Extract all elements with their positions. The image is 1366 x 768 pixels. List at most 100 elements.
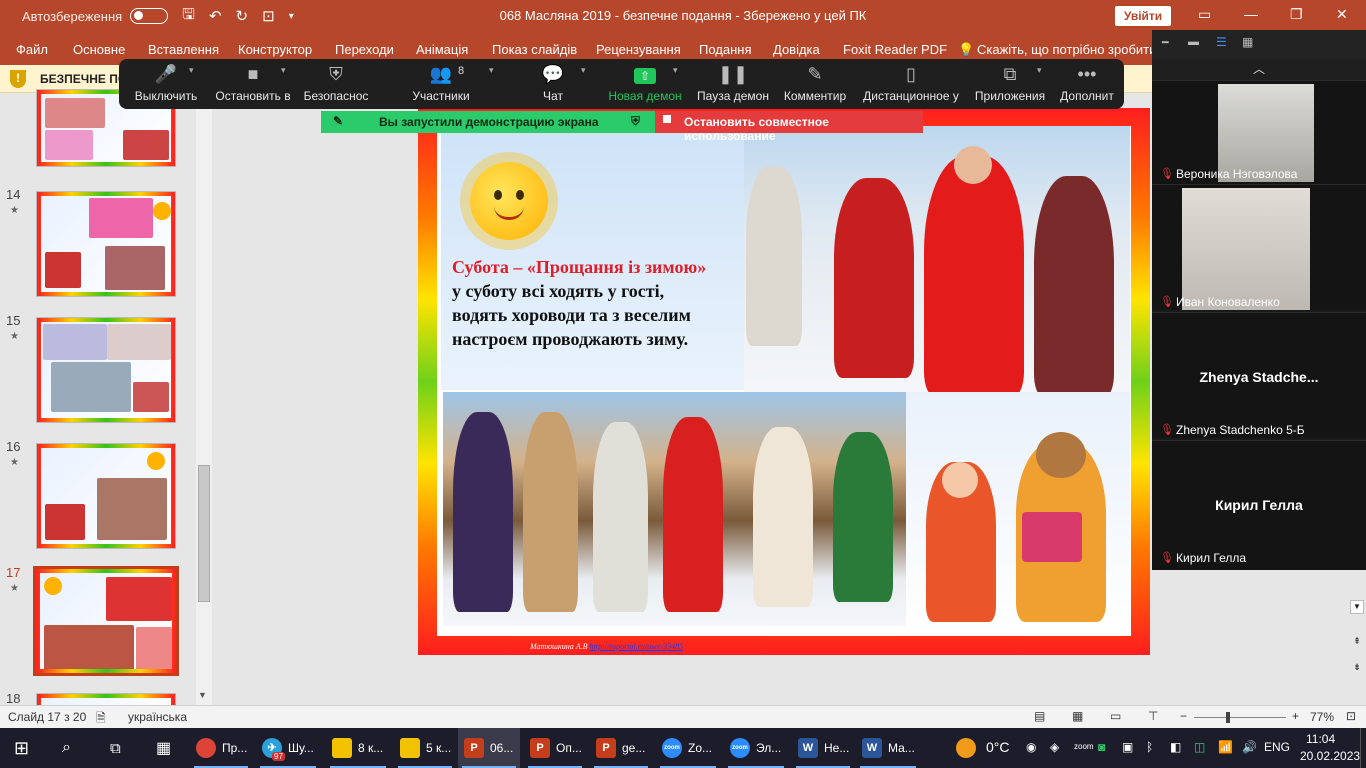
slide-sorter-icon[interactable]: ▦ — [1072, 709, 1083, 723]
participant-tile[interactable]: 🎙 Иван Коноваленко — [1152, 184, 1366, 310]
zoom-out-icon[interactable]: − — [1180, 709, 1187, 723]
tab-file[interactable]: Файл — [16, 42, 48, 57]
zoom-level[interactable]: 77% — [1310, 710, 1334, 724]
taskbar-app-active[interactable]: P 06... — [458, 728, 520, 768]
tab-home[interactable]: Основне — [73, 42, 125, 57]
participants-button[interactable]: 👥 Участники 8 ▾ — [405, 59, 493, 109]
tab-foxit[interactable]: Foxit Reader PDF — [843, 42, 947, 57]
taskbar-app[interactable]: zoom Zo... — [656, 728, 720, 768]
tab-help[interactable]: Довідка — [773, 42, 820, 57]
tray-app-icon[interactable]: ◫ — [1194, 740, 1205, 754]
clock-time[interactable]: 11:04 — [1306, 732, 1335, 746]
restore-button[interactable]: ❐ — [1290, 6, 1303, 23]
speaker-view-icon[interactable]: ▬ — [1188, 36, 1199, 48]
taskbar-app[interactable]: 8 к... — [326, 728, 390, 768]
security-button[interactable]: ⛨ Безопаснос — [301, 59, 371, 109]
zoom-tray-icon[interactable]: zoom — [1074, 742, 1094, 751]
taskbar-app[interactable]: P ge... — [590, 728, 652, 768]
footer-link[interactable]: http://nsportal.ru/user/33485 — [590, 642, 684, 651]
tray-app-icon[interactable]: ▣ — [1122, 740, 1133, 754]
taskbar-app[interactable]: W Не... — [792, 728, 854, 768]
network-icon[interactable]: 📶 — [1218, 740, 1233, 754]
apps-options-chevron-icon[interactable]: ▾ — [1037, 65, 1042, 76]
volume-icon[interactable]: 🔊 — [1242, 740, 1257, 754]
search-icon[interactable]: ⌕ — [62, 728, 71, 768]
temperature[interactable]: 0°C — [986, 739, 1010, 755]
slide-thumbnail-14[interactable] — [36, 191, 176, 297]
taskbar-app[interactable]: Пр... — [190, 728, 252, 768]
show-desktop-button[interactable] — [1360, 728, 1366, 768]
stop-share-button[interactable]: Остановить совместное использование — [655, 111, 923, 143]
chat-button[interactable]: 💬 Чат ▾ — [533, 59, 586, 109]
taskbar-app[interactable]: zoom Эл... — [724, 728, 788, 768]
tray-app-icon[interactable]: ◙ — [1098, 740, 1105, 754]
stop-video-button[interactable]: ■ Остановить в ▾ — [211, 59, 295, 109]
new-share-button[interactable]: ⇧ Новая демон ▾ — [607, 59, 683, 109]
video-options-chevron-icon[interactable]: ▾ — [281, 65, 286, 76]
strip-view-icon[interactable]: ☰ — [1216, 35, 1227, 49]
tab-transitions[interactable]: Переходи — [335, 42, 394, 57]
task-view-icon[interactable]: ⧉ — [110, 728, 121, 768]
tab-design[interactable]: Конструктор — [238, 42, 312, 57]
reading-view-icon[interactable]: ▭ — [1110, 709, 1121, 723]
annotate-button[interactable]: ✎ Комментир — [781, 59, 849, 109]
scroll-down-arrow-icon[interactable]: ▼ — [198, 690, 207, 700]
remote-control-button[interactable]: ▯ Дистанционное у — [861, 59, 961, 109]
ribbon-display-icon[interactable]: ▭ — [1198, 6, 1211, 23]
autosave-toggle[interactable] — [130, 8, 169, 24]
customize-quick-access-icon[interactable]: ▾ — [289, 11, 294, 22]
thumbnail-scrollbar-thumb[interactable] — [198, 465, 210, 602]
calculator-icon[interactable]: ▦ — [156, 728, 171, 768]
taskbar-app[interactable]: ✈ Шу... 97 — [256, 728, 320, 768]
windows-start-icon[interactable]: ⊞ — [14, 728, 29, 768]
close-button[interactable]: ✕ — [1336, 6, 1348, 23]
taskbar-app[interactable]: 5 к... — [394, 728, 456, 768]
bluetooth-icon[interactable]: ᛒ — [1146, 740, 1153, 754]
share-options-chevron-icon[interactable]: ▾ — [673, 65, 678, 76]
clock-date[interactable]: 20.02.2023 — [1300, 749, 1360, 763]
slide-thumbnail-16[interactable] — [36, 443, 176, 549]
slide-thumbnail-17[interactable] — [33, 566, 179, 676]
more-button[interactable]: ••• Дополнит — [1059, 59, 1115, 109]
apps-button[interactable]: ⧉ Приложения ▾ — [973, 59, 1047, 109]
tab-view[interactable]: Подання — [699, 42, 752, 57]
scroll-up-icon[interactable]: ︿ — [1152, 58, 1366, 80]
zoom-slider-thumb[interactable] — [1226, 712, 1230, 723]
zoom-in-icon[interactable]: + — [1292, 709, 1299, 723]
language-indicator[interactable]: українська — [128, 710, 187, 724]
next-slide-icon[interactable]: ⇟ — [1350, 662, 1364, 676]
pause-share-button[interactable]: ❚❚ Пауза демон — [695, 59, 771, 109]
present-icon[interactable]: ⊡ — [262, 7, 275, 25]
minimize-gallery-icon[interactable]: ━ — [1162, 36, 1169, 49]
weather-sun-icon[interactable] — [956, 738, 976, 758]
zoom-slider[interactable] — [1194, 717, 1286, 718]
taskbar-app[interactable]: P Оп... — [524, 728, 586, 768]
previous-slide-icon[interactable]: ⇞ — [1350, 636, 1364, 650]
mute-options-chevron-icon[interactable]: ▾ — [189, 65, 194, 76]
tray-app-icon[interactable]: ◉ — [1026, 740, 1036, 754]
participant-tile[interactable]: Zhenya Stadche... 🎙 Zhenya Stadchenko 5-… — [1152, 312, 1366, 438]
chat-options-chevron-icon[interactable]: ▾ — [581, 65, 586, 76]
fit-to-window-icon[interactable]: ⊡ — [1346, 709, 1356, 723]
pin-icon[interactable]: ✎ — [333, 114, 343, 128]
slide-thumbnail-15[interactable] — [36, 317, 176, 423]
mute-button[interactable]: 🎤 Выключить ▾ — [131, 59, 201, 109]
undo-icon[interactable]: ↶ — [209, 7, 222, 25]
tab-review[interactable]: Рецензування — [596, 42, 681, 57]
redo-icon[interactable]: ↻ — [236, 7, 249, 25]
tray-app-icon[interactable]: ◈ — [1050, 740, 1059, 754]
input-language[interactable]: ENG — [1264, 740, 1290, 754]
tell-me-search[interactable]: Скажіть, що потрібно зробити — [977, 42, 1156, 57]
normal-view-icon[interactable]: ▤ — [1034, 709, 1045, 723]
tab-animations[interactable]: Анімація — [416, 42, 468, 57]
scroll-down-icon[interactable]: ▼ — [1350, 600, 1364, 614]
slideshow-view-icon[interactable]: ⊤ — [1148, 709, 1158, 723]
participant-tile[interactable]: Кирил Гелла 🎙 Кирил Гелла — [1152, 440, 1366, 570]
taskbar-app[interactable]: W Ма... — [856, 728, 920, 768]
tab-insert[interactable]: Вставлення — [148, 42, 219, 57]
sign-in-button[interactable]: Увійти — [1115, 6, 1171, 26]
thumbnail-scrollbar[interactable] — [196, 93, 212, 705]
participants-options-chevron-icon[interactable]: ▾ — [489, 65, 494, 76]
save-icon[interactable]: 🖫 — [182, 4, 195, 29]
tray-app-icon[interactable]: ◧ — [1170, 740, 1181, 754]
